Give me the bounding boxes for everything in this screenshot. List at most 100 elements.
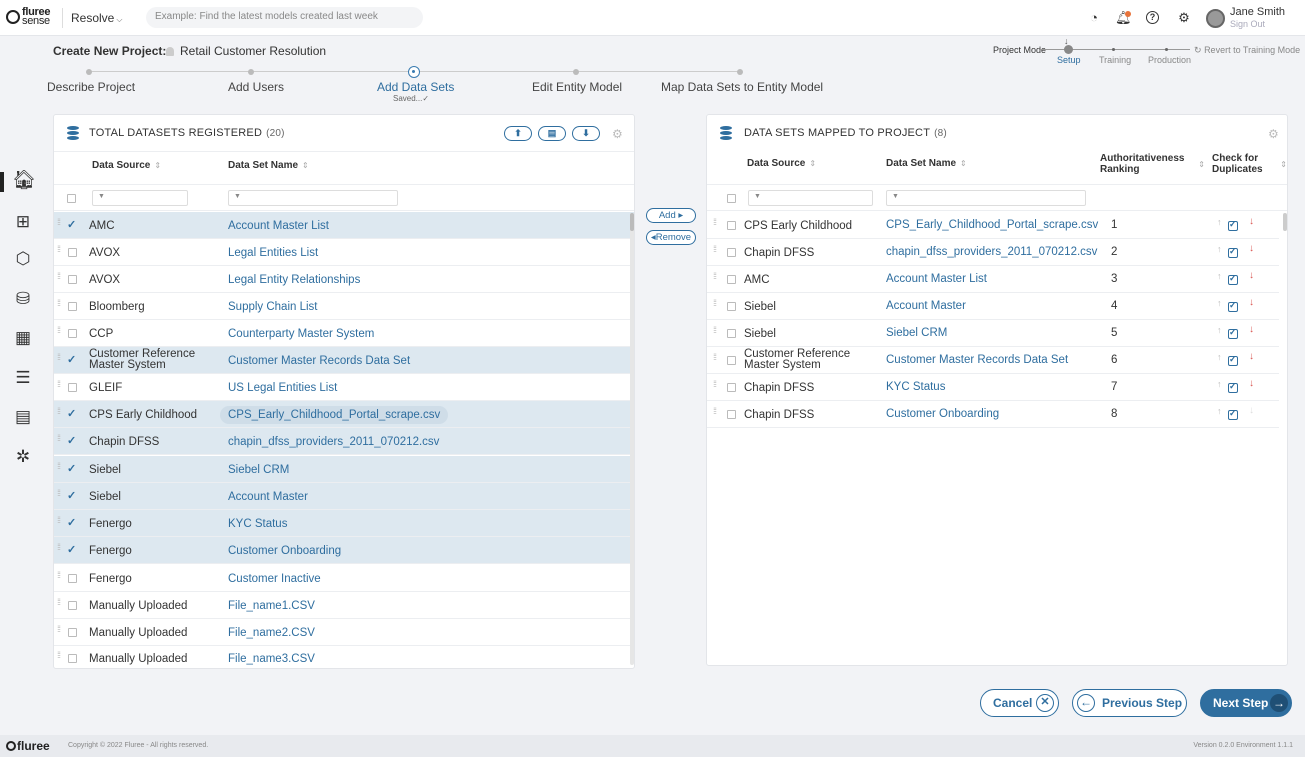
cell-data-set-name[interactable]: Account Master List: [886, 273, 987, 285]
gear-icon[interactable]: ⚙: [612, 127, 623, 141]
table-row[interactable]: ⁞⁞ CPS Early Childhood CPS_Early_Childhood…: [54, 401, 634, 428]
duplicate-checkbox[interactable]: [1228, 246, 1238, 258]
row-checkbox[interactable]: [727, 356, 736, 365]
rank-down-icon[interactable]: ↓: [1249, 297, 1254, 308]
filter-data-set-name[interactable]: [228, 190, 398, 206]
drag-handle-icon[interactable]: ⁞⁞: [713, 380, 719, 393]
row-checkbox[interactable]: [67, 353, 77, 366]
next-step-button[interactable]: Next Step →: [1200, 689, 1292, 717]
avatar[interactable]: [1206, 9, 1225, 28]
gear-icon[interactable]: ⚙: [1268, 127, 1279, 141]
table-row[interactable]: ⁞⁞ Siebel Account Master 4 ↑ ↓: [707, 293, 1279, 320]
cell-data-set-name[interactable]: File_name2.CSV: [228, 627, 315, 639]
rank-up-icon[interactable]: ↑: [1217, 325, 1222, 335]
drag-handle-icon[interactable]: ⁞⁞: [713, 299, 719, 312]
table-row[interactable]: ⁞⁞ Siebel Account Master: [54, 483, 634, 510]
row-checkbox[interactable]: [68, 248, 77, 257]
add-button[interactable]: Add ▸: [646, 208, 696, 223]
drag-handle-icon[interactable]: ⁞⁞: [57, 434, 63, 447]
drag-handle-icon[interactable]: ⁞⁞: [57, 651, 63, 664]
select-all-checkbox[interactable]: [67, 194, 76, 203]
table-row[interactable]: ⁞⁞ Chapin DFSS chapin_dfss_providers_2011_…: [707, 239, 1279, 266]
rank-down-icon[interactable]: ↓: [1249, 324, 1254, 335]
cell-data-set-name[interactable]: File_name3.CSV: [228, 653, 315, 665]
cell-data-set-name[interactable]: Account Master: [886, 300, 966, 312]
drag-handle-icon[interactable]: ⁞⁞: [713, 407, 719, 420]
drag-handle-icon[interactable]: ⁞⁞: [57, 625, 63, 638]
revert-link[interactable]: ↻ Revert to Training Mode: [1194, 45, 1300, 56]
row-checkbox[interactable]: [727, 302, 736, 311]
step-dot-describe[interactable]: [86, 69, 92, 75]
row-checkbox[interactable]: [727, 275, 736, 284]
duplicate-checkbox[interactable]: [1228, 408, 1238, 420]
cube-icon[interactable]: ⬡: [12, 248, 34, 270]
drag-handle-icon[interactable]: ⁞⁞: [713, 245, 719, 258]
remove-button[interactable]: ◂Remove: [646, 230, 696, 245]
cell-data-set-name[interactable]: CPS_Early_Childhood_Portal_scrape.csv: [220, 406, 449, 424]
select-all-checkbox[interactable]: [727, 194, 736, 203]
col-data-source[interactable]: Data Source ⇕: [747, 158, 816, 169]
drag-handle-icon[interactable]: ⁞⁞: [57, 218, 63, 231]
table-row[interactable]: ⁞⁞ Chapin DFSS chapin_dfss_providers_2011_…: [54, 428, 634, 455]
cell-data-set-name[interactable]: chapin_dfss_providers_2011_070212.csv: [228, 436, 439, 448]
rank-up-icon[interactable]: ↑: [1217, 298, 1222, 308]
drag-handle-icon[interactable]: ⁞⁞: [713, 326, 719, 339]
drag-handle-icon[interactable]: ⁞⁞: [57, 245, 63, 258]
table-row[interactable]: ⁞⁞ CPS Early Childhood CPS_Early_Childhood…: [707, 212, 1279, 239]
col-data-source[interactable]: Data Source ⇕: [92, 160, 161, 171]
row-checkbox[interactable]: [68, 329, 77, 338]
table-row[interactable]: ⁞⁞ Fenergo KYC Status: [54, 510, 634, 537]
table-row[interactable]: ⁞⁞ Manually Uploaded File_name3.CSV: [54, 645, 634, 668]
right-scrollbar[interactable]: [1283, 213, 1287, 231]
fluree-sense-logo[interactable]: fluree sense: [6, 7, 50, 27]
cell-data-set-name[interactable]: Siebel CRM: [886, 327, 947, 339]
row-checkbox[interactable]: [727, 248, 736, 257]
grid-icon[interactable]: ⊞: [12, 211, 34, 233]
col-data-set-name[interactable]: Data Set Name ⇕: [886, 158, 967, 169]
drag-handle-icon[interactable]: ⁞⁞: [57, 543, 63, 556]
drag-handle-icon[interactable]: ⁞⁞: [713, 353, 719, 366]
row-checkbox[interactable]: [68, 654, 77, 663]
row-checkbox[interactable]: [68, 383, 77, 392]
rank-down-icon[interactable]: ↓: [1249, 351, 1254, 362]
settings-icon[interactable]: ✲: [12, 446, 34, 468]
table-row[interactable]: ⁞⁞ Chapin DFSS KYC Status 7 ↑ ↓: [707, 374, 1279, 401]
cell-data-set-name[interactable]: Siebel CRM: [228, 464, 289, 476]
rank-up-icon[interactable]: ↑: [1217, 217, 1222, 227]
table-row[interactable]: ⁞⁞ Fenergo Customer Onboarding: [54, 537, 634, 564]
checklist-icon[interactable]: ☰: [12, 367, 34, 389]
row-checkbox[interactable]: [727, 383, 736, 392]
row-checkbox[interactable]: [67, 462, 77, 475]
row-checkbox[interactable]: [68, 302, 77, 311]
rank-up-icon[interactable]: ↑: [1217, 244, 1222, 254]
rank-up-icon[interactable]: ↑: [1217, 379, 1222, 389]
mode-production[interactable]: Production: [1148, 55, 1191, 65]
filter-data-set-name[interactable]: [886, 190, 1086, 206]
cell-data-set-name[interactable]: Legal Entity Relationships: [228, 274, 360, 286]
table-row[interactable]: ⁞⁞ Manually Uploaded File_name2.CSV: [54, 619, 634, 646]
pie-chart-icon[interactable]: ◔: [1086, 10, 1102, 26]
cell-data-set-name[interactable]: KYC Status: [228, 518, 287, 530]
table-row[interactable]: ⁞⁞ Customer Reference Master System Custom…: [54, 347, 634, 374]
row-checkbox[interactable]: [727, 329, 736, 338]
rank-up-icon[interactable]: ↑: [1217, 352, 1222, 362]
table-row[interactable]: ⁞⁞ Siebel Siebel CRM: [54, 456, 634, 483]
cancel-button[interactable]: Cancel ✕: [980, 689, 1059, 717]
cell-data-set-name[interactable]: Counterparty Master System: [228, 328, 374, 340]
table-row[interactable]: ⁞⁞ AVOX Legal Entities List: [54, 239, 634, 266]
rank-down-icon[interactable]: ↓: [1249, 405, 1254, 416]
step-dot-users[interactable]: [248, 69, 254, 75]
cell-data-set-name[interactable]: Customer Inactive: [228, 573, 321, 585]
row-checkbox[interactable]: [68, 275, 77, 284]
table-row[interactable]: ⁞⁞ Bloomberg Supply Chain List: [54, 293, 634, 320]
duplicate-checkbox[interactable]: [1228, 381, 1238, 393]
cell-data-set-name[interactable]: Account Master: [228, 491, 308, 503]
step-dot-map[interactable]: [737, 69, 743, 75]
table-icon[interactable]: ▤: [12, 406, 34, 428]
document-button[interactable]: ▤: [538, 126, 566, 141]
row-checkbox[interactable]: [727, 410, 736, 419]
drag-handle-icon[interactable]: ⁞⁞: [57, 353, 63, 366]
mode-dot-training[interactable]: [1112, 48, 1115, 51]
cell-data-set-name[interactable]: Legal Entities List: [228, 247, 318, 259]
filter-data-source[interactable]: [748, 190, 873, 206]
